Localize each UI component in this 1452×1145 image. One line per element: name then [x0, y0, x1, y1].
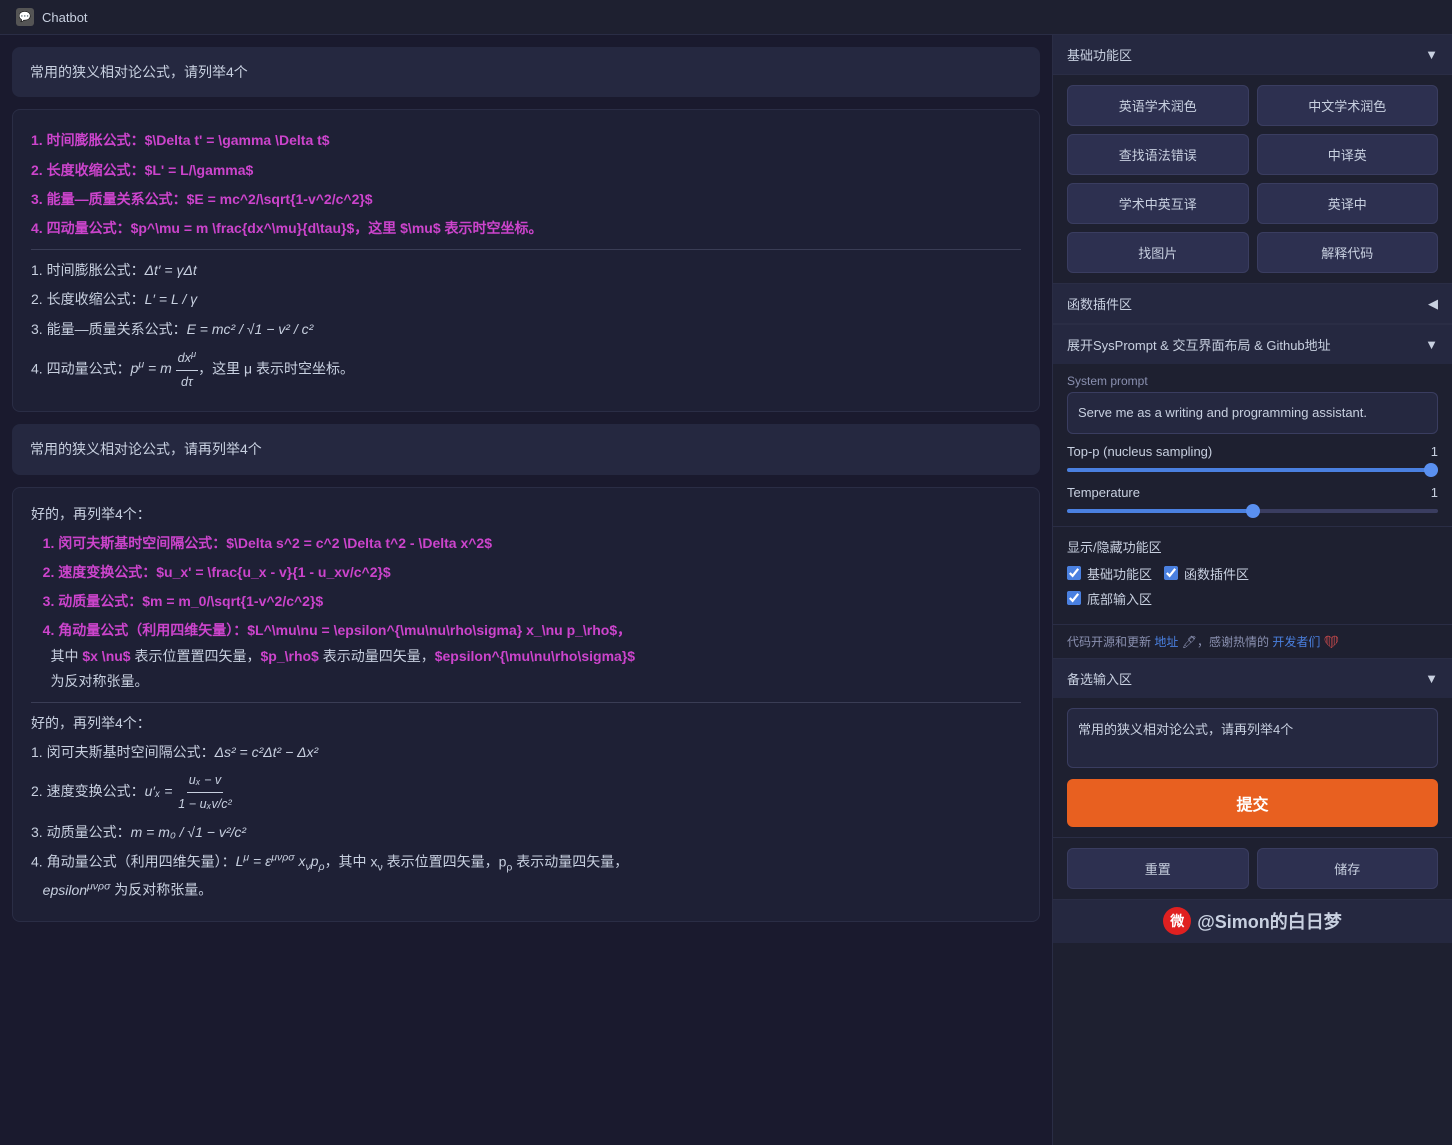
top-p-slider[interactable]	[1067, 468, 1438, 472]
sysprompt-header[interactable]: 展开SysPrompt & 交互界面布局 & Github地址 ▼	[1053, 325, 1452, 364]
rendered2-line-3: 3. 动质量公式：m = m₀ / √1 − v²/c²	[31, 820, 1021, 845]
system-prompt-value[interactable]: Serve me as a writing and programming as…	[1067, 392, 1438, 434]
rendered-line-4: 4. 四动量公式：pμ = m dxμdτ，这里 μ 表示时空坐标。	[31, 346, 1021, 394]
checkbox-plugin[interactable]: 函数插件区	[1164, 564, 1249, 583]
top-p-row: Top-p (nucleus sampling) 1	[1067, 444, 1438, 475]
rendered2-line-4: 4. 角动量公式（利用四维矢量）：Lμ = εμνρσ xνpρ，其中 xν 表…	[31, 849, 1021, 903]
backup-expand-icon[interactable]: ▼	[1425, 671, 1438, 686]
rendered2-line-2: 2. 速度变换公式：u′ₓ = uₓ − v1 − uₓv/c²	[31, 769, 1021, 815]
checkbox-basic-label: 基础功能区	[1087, 564, 1152, 583]
plugin-section: 函数插件区 ◀	[1053, 283, 1452, 324]
temperature-slider[interactable]	[1067, 509, 1438, 513]
source-link-section: 代码开源和更新 地址 🖊，感谢热情的 开发者们 ❤	[1053, 624, 1452, 658]
backup-textarea[interactable]: 常用的狭义相对论公式，请再列举4个	[1067, 708, 1438, 768]
sysprompt-expand-icon: ▼	[1425, 337, 1438, 352]
bottom-action-row: 重置 储存	[1053, 837, 1452, 899]
btn-chinese-polish[interactable]: 中文学术润色	[1257, 85, 1439, 126]
user-message-1: 常用的狭义相对论公式，请列举4个	[12, 47, 1040, 97]
separator	[31, 249, 1021, 250]
rendered-line-3: 3. 能量—质量关系公式：E = mc² / √1 − v² / c²	[31, 317, 1021, 342]
latex2-line-1: 1. 闵可夫斯基时空间隔公式：$\Delta s^2 = c^2 \Delta …	[31, 531, 1021, 556]
checkbox-row-2: 底部输入区	[1067, 589, 1438, 608]
user-message-2: 常用的狭义相对论公式，请再列举4个	[12, 424, 1040, 474]
rendered-line-2: 2. 长度收缩公式：L′ = L / γ	[31, 287, 1021, 312]
rendered2-intro: 好的，再列举4个：	[31, 711, 1021, 736]
temperature-slider-container	[1067, 500, 1438, 516]
source-suffix: 🖊，感谢热情的	[1182, 635, 1269, 649]
assistant-message-2: 好的，再列举4个： 1. 闵可夫斯基时空间隔公式：$\Delta s^2 = c…	[12, 487, 1040, 922]
rendered-line-1: 1. 时间膨胀公式：Δt′ = γΔt	[31, 258, 1021, 283]
backup-header: 备选输入区 ▼	[1053, 659, 1452, 698]
basic-functions-grid: 英语学术润色 中文学术润色 查找语法错误 中译英 学术中英互译 英译中 找图片 …	[1053, 75, 1452, 283]
backup-title: 备选输入区	[1067, 669, 1132, 688]
latex2-line-2: 2. 速度变换公式：$u_x' = \frac{u_x - v}{1 - u_x…	[31, 560, 1021, 585]
latex2-line-4: 4. 角动量公式（利用四维矢量）：$L^\mu\nu = \epsilon^{\…	[31, 618, 1021, 694]
sysprompt-body: System prompt Serve me as a writing and …	[1053, 364, 1452, 526]
right-panel: 基础功能区 ▼ 英语学术润色 中文学术润色 查找语法错误 中译英 学术中英互译 …	[1052, 35, 1452, 1145]
system-prompt-label: System prompt Serve me as a writing and …	[1067, 374, 1438, 434]
watermark: 微 @Simon的白日梦	[1053, 899, 1452, 943]
top-p-slider-container	[1067, 459, 1438, 475]
top-p-label: Top-p (nucleus sampling)	[1067, 444, 1408, 459]
latex-line-4: 4. 四动量公式：$p^\mu = m \frac{dx^\mu}{d\tau}…	[31, 216, 1021, 241]
basic-functions-title: 基础功能区	[1067, 45, 1132, 64]
temperature-row: Temperature 1	[1067, 485, 1438, 516]
checkbox-row-1: 基础功能区 函数插件区	[1067, 564, 1438, 583]
checkbox-plugin-label: 函数插件区	[1184, 564, 1249, 583]
checkbox-bottom-label: 底部输入区	[1087, 589, 1152, 608]
sysprompt-title: 展开SysPrompt & 交互界面布局 & Github地址	[1067, 335, 1331, 354]
btn-academic-translate[interactable]: 学术中英互译	[1067, 183, 1249, 224]
assistant-message-1: 1. 时间膨胀公式：$\Delta t' = \gamma \Delta t$ …	[12, 109, 1040, 412]
plugin-title: 函数插件区	[1067, 294, 1132, 313]
btn-zh-to-en[interactable]: 中译英	[1257, 134, 1439, 175]
btn-find-image[interactable]: 找图片	[1067, 232, 1249, 273]
btn-grammar-check[interactable]: 查找语法错误	[1067, 134, 1249, 175]
checkbox-bottom[interactable]: 底部输入区	[1067, 589, 1152, 608]
basic-functions-collapse-icon[interactable]: ▼	[1425, 47, 1438, 62]
save-button[interactable]: 储存	[1257, 848, 1439, 889]
latex-line-2: 2. 长度收缩公式：$L' = L/\gamma$	[31, 158, 1021, 183]
main-container: 常用的狭义相对论公式，请列举4个 1. 时间膨胀公式：$\Delta t' = …	[0, 35, 1452, 1145]
plugin-collapse-icon[interactable]: ◀	[1428, 296, 1438, 312]
checkbox-bottom-input[interactable]	[1067, 591, 1081, 605]
backup-body: 常用的狭义相对论公式，请再列举4个 提交	[1053, 698, 1452, 837]
show-hide-title: 显示/隐藏功能区	[1067, 537, 1438, 556]
rendered2-line-1: 1. 闵可夫斯基时空间隔公式：Δs² = c²Δt² − Δx²	[31, 740, 1021, 765]
checkbox-plugin-input[interactable]	[1164, 566, 1178, 580]
weibo-icon: 微	[1163, 907, 1191, 935]
temperature-value: 1	[1418, 485, 1438, 500]
app-title: Chatbot	[42, 10, 88, 25]
temperature-label: Temperature	[1067, 485, 1408, 500]
reset-button[interactable]: 重置	[1067, 848, 1249, 889]
backup-section: 备选输入区 ▼ 常用的狭义相对论公式，请再列举4个 提交	[1053, 658, 1452, 837]
btn-explain-code[interactable]: 解释代码	[1257, 232, 1439, 273]
submit-button[interactable]: 提交	[1067, 779, 1438, 827]
source-text: 代码开源和更新	[1067, 635, 1151, 649]
app-icon: 💬	[16, 8, 34, 26]
latex-line-1: 1. 时间膨胀公式：$\Delta t' = \gamma \Delta t$	[31, 128, 1021, 153]
assistant-intro: 好的，再列举4个：	[31, 502, 1021, 527]
contributors-link[interactable]: 开发者们	[1272, 635, 1320, 649]
checkbox-basic-input[interactable]	[1067, 566, 1081, 580]
basic-functions-header: 基础功能区 ▼	[1053, 35, 1452, 75]
btn-english-polish[interactable]: 英语学术润色	[1067, 85, 1249, 126]
show-hide-section: 显示/隐藏功能区 基础功能区 函数插件区 底部输入区	[1053, 526, 1452, 624]
source-link[interactable]: 地址	[1154, 635, 1178, 649]
separator2	[31, 702, 1021, 703]
app-header: 💬 Chatbot	[0, 0, 1452, 35]
watermark-text: @Simon的白日梦	[1197, 908, 1342, 934]
btn-en-to-zh[interactable]: 英译中	[1257, 183, 1439, 224]
sysprompt-section: 展开SysPrompt & 交互界面布局 & Github地址 ▼ System…	[1053, 324, 1452, 526]
top-p-value: 1	[1418, 444, 1438, 459]
chat-panel: 常用的狭义相对论公式，请列举4个 1. 时间膨胀公式：$\Delta t' = …	[0, 35, 1052, 1145]
latex2-line-3: 3. 动质量公式：$m = m_0/\sqrt{1-v^2/c^2}$	[31, 589, 1021, 614]
heart-icon: ❤	[1324, 635, 1339, 649]
latex-line-3: 3. 能量—质量关系公式：$E = mc^2/\sqrt{1-v^2/c^2}$	[31, 187, 1021, 212]
checkbox-basic[interactable]: 基础功能区	[1067, 564, 1152, 583]
